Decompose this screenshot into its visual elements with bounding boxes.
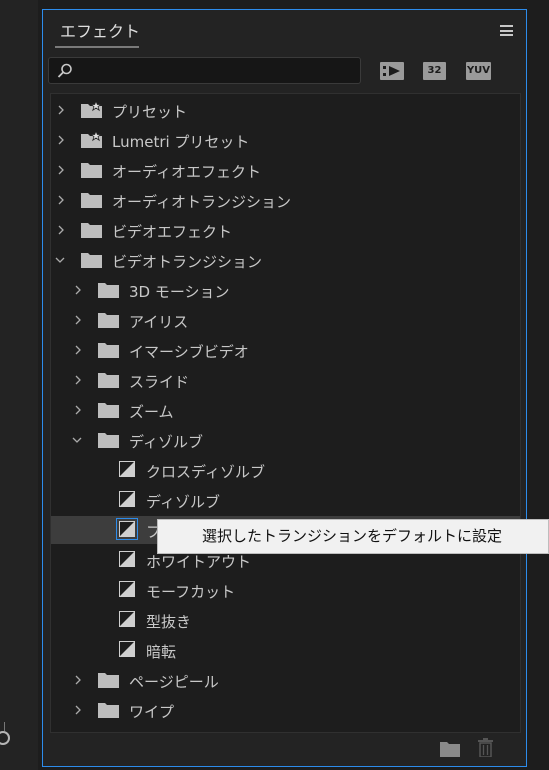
transition-item-morph-cut[interactable]: モーフカット [51,576,520,604]
transition-icon [119,641,135,657]
transition-icon [119,491,135,507]
transition-icon [119,551,135,567]
chevron-down-icon[interactable] [55,255,65,265]
left-strip [0,0,38,770]
tree-item-label: ページピール [129,673,219,691]
transition-item-label: ディゾルブ [146,493,220,511]
tree-item-wipe[interactable]: ワイプ [51,696,520,724]
keyframe-ring-icon[interactable] [0,731,10,745]
tree-item-label: 3D モーション [129,283,230,301]
transition-item-dissolve[interactable]: ディゾルブ [51,486,520,514]
transition-item-label: ホワイトアウト [146,553,252,571]
transition-item-label: 暗転 [146,643,177,661]
folder-icon [98,283,119,298]
folder-icon [81,253,102,268]
tree-item-label: ビデオエフェクト [112,223,233,241]
yuv-icon[interactable]: YUV [466,62,491,80]
folder-icon [81,223,102,238]
tree-item-label: オーディオエフェクト [112,163,261,181]
chevron-right-icon[interactable] [73,315,83,325]
tree-item-iris[interactable]: アイリス [51,306,520,334]
tree-item-audio-effects[interactable]: オーディオエフェクト [51,156,520,184]
effects-panel: エフェクト 32 YUV プリセット Lumetri プリセット オーディオエフ… [42,9,527,767]
chevron-right-icon[interactable] [73,345,83,355]
transition-icon [119,461,135,477]
folder-icon [98,703,119,718]
effects-tree: プリセット Lumetri プリセット オーディオエフェクト オーディオトランジ… [50,93,521,733]
tree-item-label: ワイプ [129,703,175,721]
folder-icon [98,433,119,448]
folder-icon [98,313,119,328]
chevron-right-icon[interactable] [73,285,83,295]
chevron-right-icon[interactable] [56,225,66,235]
transition-icon [119,581,135,597]
search-icon [57,63,72,78]
folder-icon [98,673,119,688]
folder-icon [98,403,119,418]
tree-item-label: アイリス [129,313,189,331]
trash-icon[interactable] [477,738,494,757]
32bit-icon[interactable]: 32 [423,62,446,80]
chevron-right-icon[interactable] [73,705,83,715]
chevron-right-icon[interactable] [73,405,83,415]
transition-item-label: 型抜き [146,613,192,631]
search-input[interactable] [48,57,361,84]
accelerated-effects-icon[interactable] [380,62,404,80]
transition-item-cross-dissolve[interactable]: クロスディゾルブ [51,456,520,484]
chevron-right-icon[interactable] [56,165,66,175]
tree-item-page-peel[interactable]: ページピール [51,666,520,694]
tree-item-zoom[interactable]: ズーム [51,396,520,424]
transition-item-dip-to-black[interactable]: 暗転 [51,636,520,664]
tree-item-label: イマーシブビデオ [129,343,249,361]
tree-item-label: プリセット [112,103,188,121]
tree-item-label: スライド [129,373,190,391]
tree-item-dissolve[interactable]: ディゾルブ [51,426,520,454]
preset-folder-icon [81,102,102,118]
folder-icon [81,193,102,208]
tree-item-audio-transitions[interactable]: オーディオトランジション [51,186,520,214]
tree-item-label: ビデオトランジション [112,253,263,271]
tree-item-slide[interactable]: スライド [51,366,520,394]
new-bin-icon[interactable] [440,741,460,757]
tree-item-label: オーディオトランジション [112,193,291,211]
tree-item-label: ズーム [129,403,174,421]
chevron-right-icon[interactable] [73,675,83,685]
tree-item-video-effects[interactable]: ビデオエフェクト [51,216,520,244]
chevron-right-icon[interactable] [73,375,83,385]
chevron-down-icon[interactable] [72,435,82,445]
folder-icon [98,373,119,388]
active-tab-underline [55,46,139,48]
tree-item-lumetri-presets[interactable]: Lumetri プリセット [51,126,520,154]
tooltip: 選択したトランジションをデフォルトに設定 [157,519,549,554]
tree-item-label: ディゾルブ [129,433,203,451]
panel-menu-icon[interactable] [500,25,513,36]
chevron-right-icon[interactable] [56,195,66,205]
tree-item-immersive-video[interactable]: イマーシブビデオ [51,336,520,364]
preset-folder-icon [81,132,102,148]
timeline-line [4,722,5,731]
chevron-right-icon[interactable] [56,135,66,145]
tree-item-presets[interactable]: プリセット [51,96,520,124]
folder-icon [98,343,119,358]
chevron-right-icon[interactable] [56,105,66,115]
transition-icon [119,611,135,627]
folder-icon [81,163,102,178]
transition-item-label: クロスディゾルブ [146,463,265,481]
tree-item-video-transitions[interactable]: ビデオトランジション [51,246,520,274]
transition-item-cut-out[interactable]: 型抜き [51,606,520,634]
tree-item-label: Lumetri プリセット [112,133,250,151]
transition-icon [116,518,138,540]
transition-item-label: モーフカット [146,583,236,601]
tree-item-3d-motion[interactable]: 3D モーション [51,276,520,304]
panel-title[interactable]: エフェクト [60,18,140,42]
